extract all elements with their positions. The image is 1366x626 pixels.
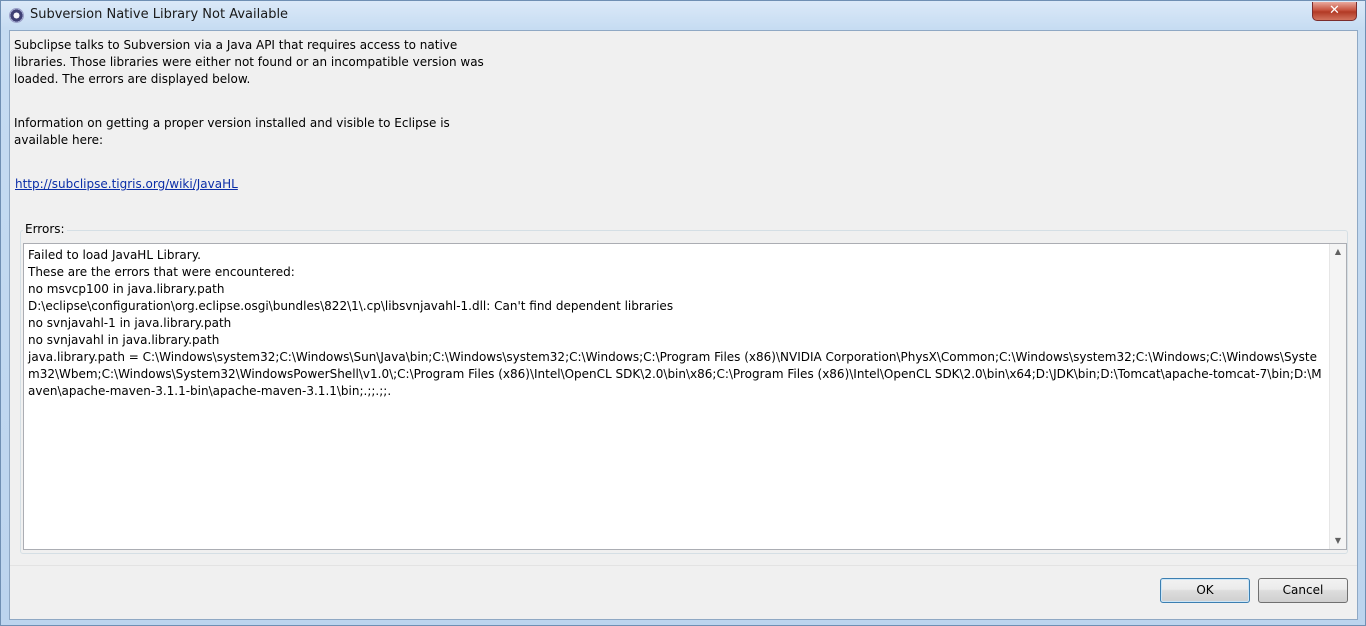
errors-textarea[interactable]: Failed to load JavaHL Library. These are…: [23, 243, 1347, 550]
subclipse-app-icon: [9, 8, 24, 23]
message-text: Subclipse talks to Subversion via a Java…: [14, 37, 504, 149]
cancel-button[interactable]: Cancel: [1258, 578, 1348, 603]
errors-text[interactable]: Failed to load JavaHL Library. These are…: [28, 247, 1324, 400]
message-paragraph-1: Subclipse talks to Subversion via a Java…: [14, 38, 484, 86]
errors-scrollbar[interactable]: ▲ ▼: [1329, 244, 1346, 549]
close-button[interactable]: ✕: [1312, 2, 1357, 21]
footer-separator: [10, 565, 1357, 566]
message-paragraph-2: Information on getting a proper version …: [14, 116, 450, 147]
close-icon: ✕: [1329, 3, 1340, 18]
dialog-body: Subclipse talks to Subversion via a Java…: [9, 30, 1358, 620]
javahl-link[interactable]: http://subclipse.tigris.org/wiki/JavaHL: [15, 177, 238, 191]
scroll-up-arrow-icon[interactable]: ▲: [1330, 244, 1346, 260]
dialog-window: Subversion Native Library Not Available …: [0, 0, 1366, 626]
window-title: Subversion Native Library Not Available: [30, 7, 289, 22]
scroll-down-arrow-icon[interactable]: ▼: [1330, 533, 1346, 549]
ok-button[interactable]: OK: [1160, 578, 1250, 603]
errors-group-label: Errors:: [23, 222, 67, 236]
title-bar[interactable]: Subversion Native Library Not Available …: [1, 1, 1365, 30]
